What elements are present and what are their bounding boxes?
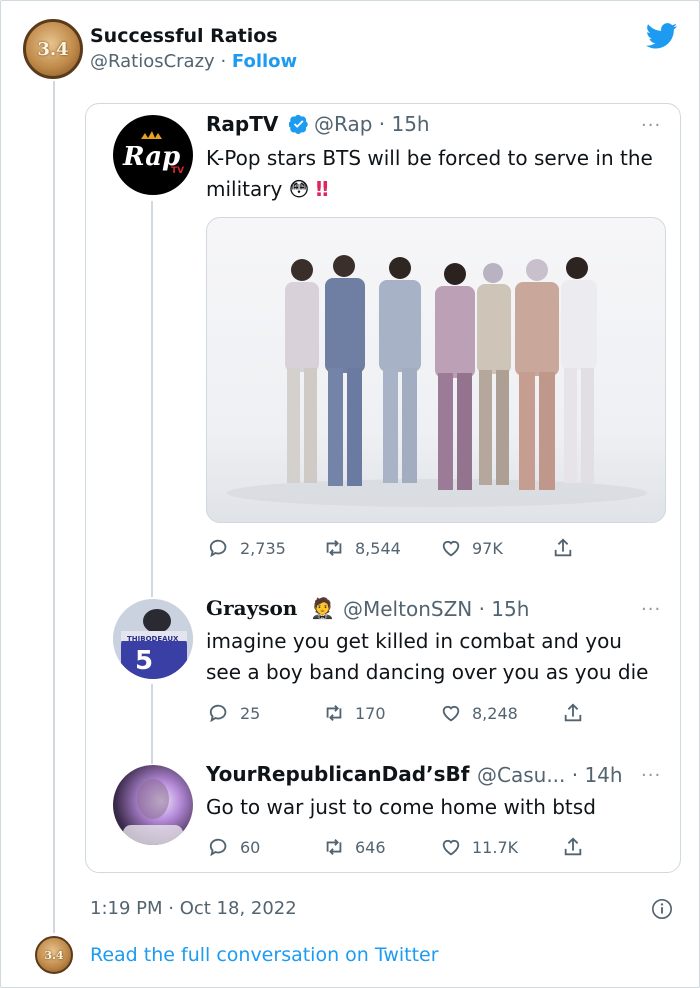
grayson-avatar[interactable]: THIBODEAUX 5 (113, 599, 193, 679)
reply-text: imagine you get killed in combat and you… (206, 626, 676, 688)
retweet-count: 8,544 (355, 538, 401, 558)
reply-text-line: imagine you get killed in combat and you (206, 629, 622, 653)
raptv-logo-icon: Rap TV (122, 131, 184, 176)
reply-count: 25 (240, 703, 261, 723)
footer-avatar[interactable]: 3.4 (35, 936, 73, 974)
like-icon (442, 540, 460, 557)
follow-button[interactable]: Follow (232, 51, 297, 72)
retweet-button[interactable]: 8,544 (323, 537, 440, 559)
avatar-text: 3.4 (44, 948, 64, 962)
reply-handle-time[interactable]: @Casu... · 14h (477, 763, 623, 787)
twitter-bird-icon[interactable] (646, 23, 678, 49)
reply-actions: 60 646 11.7K (208, 836, 584, 858)
retweet-icon (326, 839, 342, 855)
more-icon[interactable]: ··· (641, 599, 661, 620)
retweet-count: 646 (355, 837, 386, 857)
thread-line (53, 81, 55, 933)
tweet-timestamp[interactable]: 1:19 PM · Oct 18, 2022 (90, 898, 297, 919)
verified-badge-icon (288, 114, 309, 134)
like-count: 8,248 (472, 703, 518, 723)
share-button[interactable] (552, 537, 574, 559)
exclaim-emoji: ‼ (315, 177, 329, 201)
reply-name[interactable]: Grayson (206, 596, 297, 620)
reply-author-name[interactable]: YourRepublicanDad’sBf (206, 762, 470, 786)
quoted-text: K-Pop stars BTS will be forced to serve … (206, 146, 653, 201)
jersey-name: THIBODEAUX (127, 635, 179, 643)
retweet-count: 170 (355, 703, 386, 723)
share-button[interactable] (562, 836, 584, 858)
quoted-actions: 2,735 8,544 97K (208, 537, 574, 559)
reply-author-name: Grayson 🤵 (206, 596, 335, 620)
like-count: 11.7K (472, 837, 519, 857)
retweet-button[interactable]: 170 (323, 702, 440, 724)
reply-name-emoji: 🤵 (310, 596, 336, 620)
share-icon (554, 538, 572, 557)
reply-button[interactable]: 25 (208, 702, 323, 724)
reply-button[interactable]: 60 (208, 836, 323, 858)
quoted-author-name: RapTV (206, 112, 309, 136)
tweet-photo[interactable] (206, 217, 666, 523)
read-conversation-link[interactable]: Read the full conversation on Twitter (90, 944, 439, 966)
retweet-button[interactable]: 646 (323, 836, 440, 858)
reply-actions: 25 170 8,248 (208, 702, 584, 724)
more-icon[interactable]: ··· (641, 765, 661, 786)
share-button[interactable] (562, 702, 584, 724)
reply-button[interactable]: 2,735 (208, 537, 323, 559)
author-name[interactable]: Successful Ratios (90, 25, 278, 47)
portrait-image (123, 779, 183, 845)
share-icon (564, 703, 582, 722)
quoted-tweet-text: K-Pop stars BTS will be forced to serve … (206, 143, 656, 205)
reply-text-line: see a boy band dancing over you as you d… (206, 660, 649, 684)
reply-avatar[interactable] (113, 765, 193, 845)
author-handle[interactable]: @RatiosCrazy (90, 51, 215, 72)
reply-count: 60 (240, 837, 261, 857)
like-button[interactable]: 97K (440, 537, 552, 559)
reply-count: 2,735 (240, 538, 286, 558)
like-button[interactable]: 11.7K (440, 836, 562, 858)
raptv-avatar[interactable]: Rap TV (113, 115, 193, 195)
info-icon[interactable] (651, 898, 673, 920)
like-count: 97K (472, 538, 503, 558)
reply-handle-time[interactable]: @MeltonSZN · 15h (343, 597, 529, 621)
football-player-image: THIBODEAUX 5 (113, 599, 193, 679)
like-icon (442, 839, 460, 856)
author-avatar[interactable]: 3.4 (23, 19, 83, 79)
tweet-embed-card: 3.4 Successful Ratios @RatiosCrazy · Fol… (0, 0, 700, 988)
flushed-emoji: 😳 (288, 177, 310, 201)
reply-text: Go to war just to come home with btsd (206, 795, 596, 819)
share-icon (564, 837, 582, 856)
avatar-text: 3.4 (37, 38, 69, 60)
separator: · (220, 51, 227, 72)
reply-icon (209, 704, 227, 723)
reply-icon (209, 838, 227, 857)
reply-icon (209, 539, 227, 558)
raptv-logo-sub: TV (171, 166, 184, 176)
author-handle-row: @RatiosCrazy · Follow (90, 51, 297, 72)
quoted-handle-time[interactable]: @Rap · 15h (314, 112, 430, 136)
like-icon (442, 705, 460, 722)
jersey-number: 5 (135, 646, 153, 676)
more-icon[interactable]: ··· (641, 115, 661, 136)
quoted-name[interactable]: RapTV (206, 112, 278, 136)
bts-group-photo-image (227, 255, 647, 507)
retweet-icon (326, 540, 342, 556)
like-button[interactable]: 8,248 (440, 702, 562, 724)
retweet-icon (326, 705, 342, 721)
